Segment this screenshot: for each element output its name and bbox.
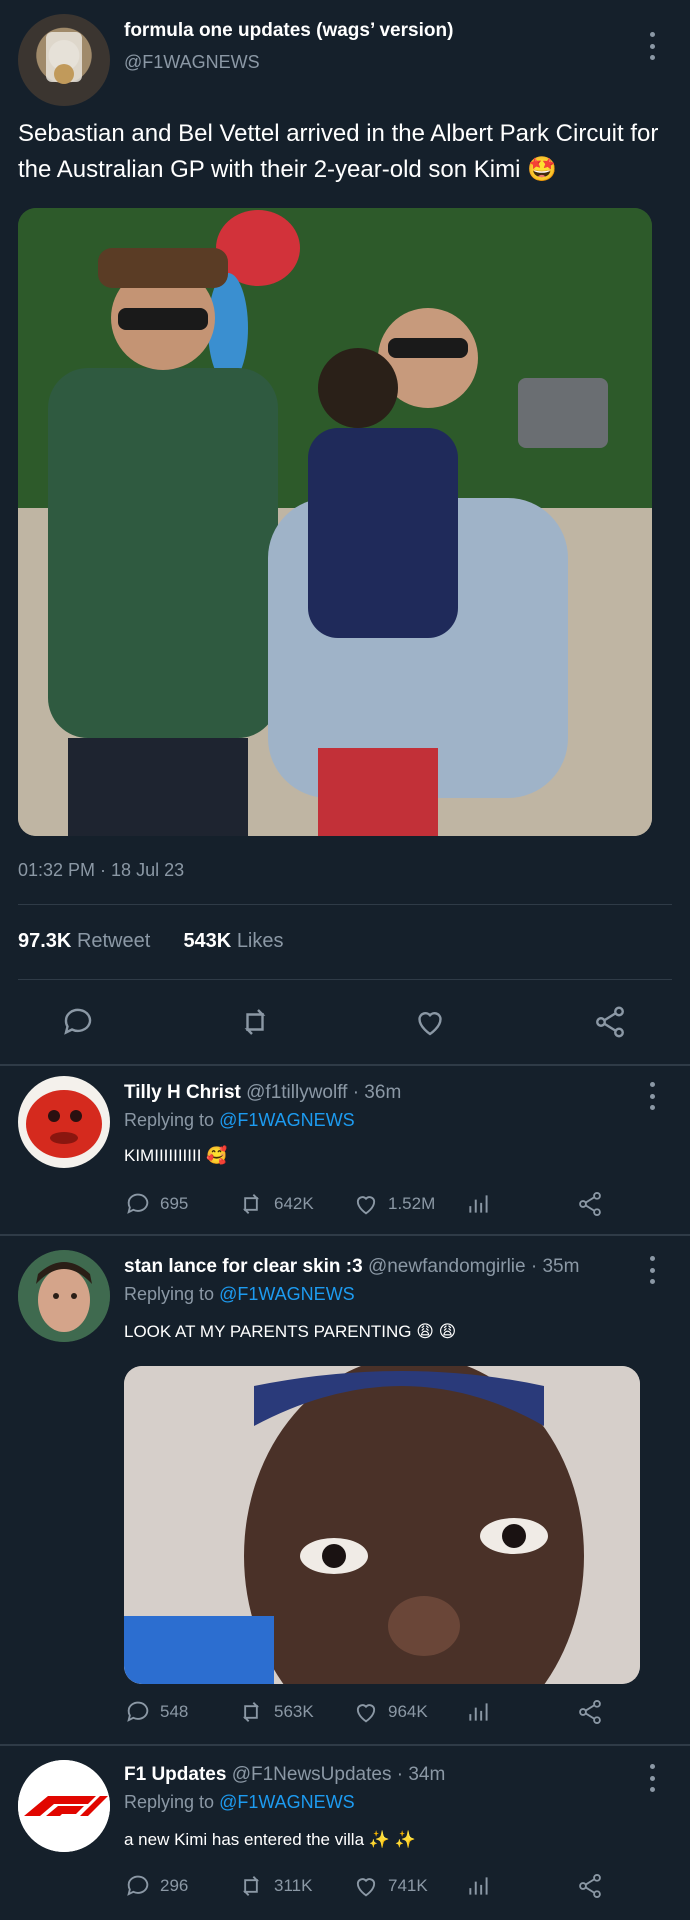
like-label[interactable]: Likes xyxy=(237,930,284,952)
replying-to: Replying to @F1WAGNEWS xyxy=(124,1792,355,1813)
like-icon xyxy=(356,1878,376,1897)
reply-retweet-button[interactable]: 642K xyxy=(236,1190,314,1218)
like-count[interactable]: 543K xyxy=(183,930,231,952)
retweet-label[interactable]: Retweet xyxy=(77,930,150,952)
like-count: 741K xyxy=(388,1876,428,1895)
reply-display-name[interactable]: Tilly H Christ xyxy=(124,1082,241,1103)
divider xyxy=(18,904,672,905)
tweet-action-bar xyxy=(18,998,672,1046)
more-options-icon[interactable] xyxy=(642,1082,662,1110)
retweet-count: 563K xyxy=(274,1702,314,1721)
reply-avatar[interactable] xyxy=(18,1760,110,1852)
divider xyxy=(18,979,672,980)
replying-to: Replying to @F1WAGNEWS xyxy=(124,1284,355,1305)
replying-prefix: Replying to xyxy=(124,1110,215,1130)
replying-handle[interactable]: @F1WAGNEWS xyxy=(219,1110,355,1130)
reply-author[interactable]: Tilly H Christ @f1tillywolff · 36m xyxy=(124,1082,401,1104)
author-avatar[interactable] xyxy=(18,14,110,106)
replying-prefix: Replying to xyxy=(124,1284,215,1304)
section-divider xyxy=(0,1064,690,1066)
replying-handle[interactable]: @F1WAGNEWS xyxy=(219,1284,355,1304)
reply-handle-time[interactable]: @f1tillywolff · 36m xyxy=(246,1082,401,1103)
share-icon[interactable] xyxy=(576,1190,604,1218)
like-icon xyxy=(356,1196,376,1215)
reply-count: 296 xyxy=(160,1876,189,1895)
reply-like-button[interactable]: 741K xyxy=(352,1872,428,1900)
analytics-icon[interactable] xyxy=(466,1190,492,1218)
retweet-count[interactable]: 97.3K xyxy=(18,930,71,952)
section-divider xyxy=(0,1744,690,1746)
reply-reply-button[interactable]: 695 xyxy=(124,1190,188,1218)
like-icon xyxy=(356,1704,376,1723)
reply-text: a new Kimi has entered the villa ✨ ✨ xyxy=(124,1830,416,1849)
reply-author[interactable]: F1 Updates @F1NewsUpdates · 34m xyxy=(124,1764,445,1786)
reply-like-button[interactable]: 1.52M xyxy=(352,1190,435,1218)
retweet-icon xyxy=(242,1876,260,1896)
tweet-stats: 97.3K Retweet 543K Likes xyxy=(18,930,284,953)
reply-icon xyxy=(127,1193,149,1214)
replying-prefix: Replying to xyxy=(124,1792,215,1812)
more-options-icon[interactable] xyxy=(642,32,662,60)
f1-logo-icon xyxy=(18,1760,110,1852)
reply-photo[interactable] xyxy=(124,1366,640,1684)
reply-handle-time[interactable]: @newfandomgirlie · 35m xyxy=(368,1256,580,1277)
reply-author[interactable]: stan lance for clear skin :3 @newfandomg… xyxy=(124,1256,579,1278)
replying-to: Replying to @F1WAGNEWS xyxy=(124,1110,355,1131)
author-display-name[interactable]: formula one updates (wags’ version) xyxy=(124,20,453,42)
more-options-icon[interactable] xyxy=(642,1256,662,1284)
reply-reply-button[interactable]: 548 xyxy=(124,1698,188,1726)
reply-avatar[interactable] xyxy=(18,1250,110,1342)
reply-icon xyxy=(127,1701,149,1722)
like-count: 964K xyxy=(388,1702,428,1721)
reply-text: LOOK AT MY PARENTS PARENTING 😩 😩 xyxy=(124,1322,457,1341)
reply-count: 548 xyxy=(160,1702,189,1721)
like-icon[interactable] xyxy=(412,1004,448,1045)
reply-icon xyxy=(127,1875,149,1896)
section-divider xyxy=(0,1234,690,1236)
replying-handle[interactable]: @F1WAGNEWS xyxy=(219,1792,355,1812)
retweet-icon xyxy=(242,1194,260,1214)
more-options-icon[interactable] xyxy=(642,1764,662,1792)
analytics-icon[interactable] xyxy=(466,1872,492,1900)
author-handle[interactable]: @F1WAGNEWS xyxy=(124,52,260,73)
reply-action-bar: 695 642K 1.52M xyxy=(124,1190,624,1224)
share-icon[interactable] xyxy=(576,1698,604,1726)
like-count: 1.52M xyxy=(388,1194,436,1213)
reply-retweet-button[interactable]: 563K xyxy=(236,1698,314,1726)
reply-count: 695 xyxy=(160,1194,189,1213)
share-icon[interactable] xyxy=(576,1872,604,1900)
retweet-count: 642K xyxy=(274,1194,314,1213)
reply-action-bar: 548 563K 964K xyxy=(124,1698,624,1732)
reply-action-bar: 296 311K 741K xyxy=(124,1872,624,1906)
reply-display-name[interactable]: F1 Updates xyxy=(124,1764,226,1785)
reply-avatar[interactable] xyxy=(18,1076,110,1168)
retweet-icon xyxy=(242,1702,260,1722)
retweet-icon[interactable] xyxy=(236,1004,274,1045)
tweet-text: Sebastian and Bel Vettel arrived in the … xyxy=(18,120,659,183)
tweet-photo[interactable] xyxy=(18,208,652,836)
reply-text: KIMIIIIIIIIII 🥰 xyxy=(124,1146,228,1165)
analytics-icon[interactable] xyxy=(466,1698,492,1726)
reply-reply-button[interactable]: 296 xyxy=(124,1872,188,1900)
reply-icon[interactable] xyxy=(60,1004,96,1045)
tweet-timestamp[interactable]: 01:32 PM · 18 Jul 23 xyxy=(18,860,184,881)
retweet-count: 311K xyxy=(274,1876,313,1895)
reply-like-button[interactable]: 964K xyxy=(352,1698,428,1726)
reply-display-name[interactable]: stan lance for clear skin :3 xyxy=(124,1256,363,1277)
share-icon[interactable] xyxy=(592,1004,628,1045)
reply-handle-time[interactable]: @F1NewsUpdates · 34m xyxy=(232,1764,446,1785)
reply-retweet-button[interactable]: 311K xyxy=(236,1872,312,1900)
